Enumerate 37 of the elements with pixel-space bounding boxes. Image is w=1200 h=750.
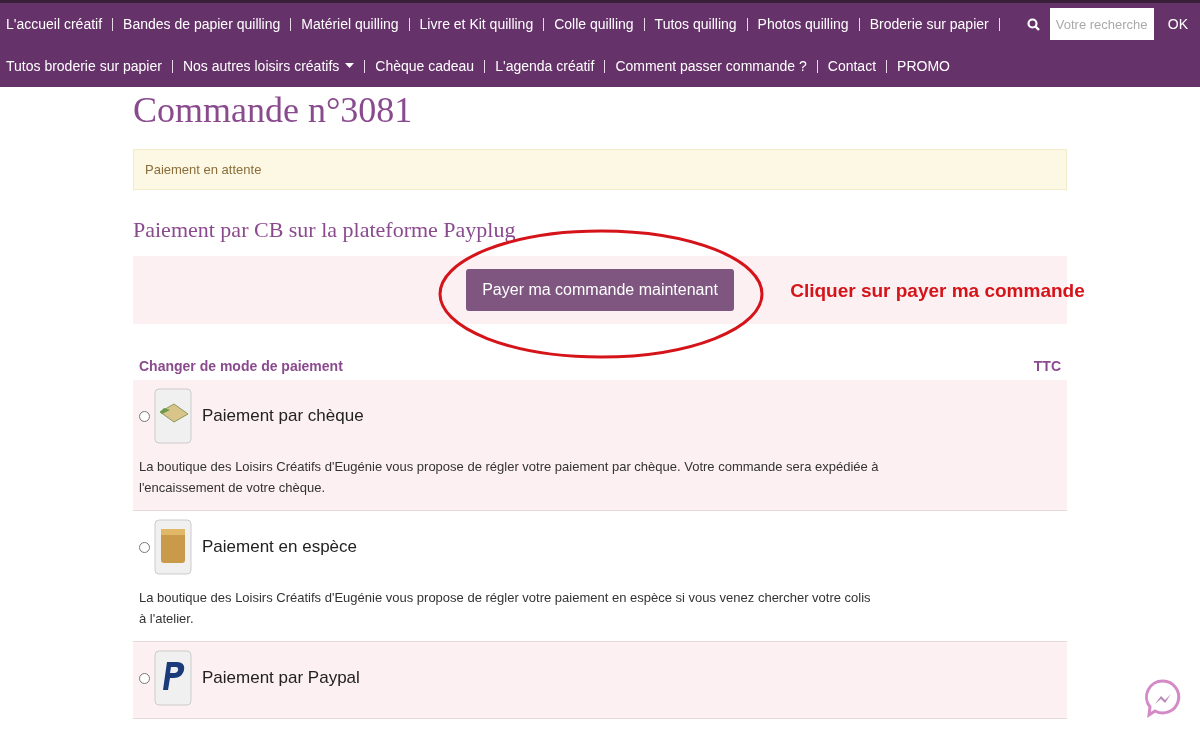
nav-link[interactable]: Nos autres loisirs créatifs xyxy=(182,58,355,74)
section-heading: Paiement par CB sur la plateforme Payplug xyxy=(133,216,517,244)
paypal-logo-icon xyxy=(154,650,192,706)
nav-link[interactable]: Colle quilling xyxy=(554,16,634,32)
nav-link[interactable]: L'agenda créatif xyxy=(495,58,595,74)
nav-link[interactable]: Bandes de papier quilling xyxy=(123,16,281,32)
caret-icon xyxy=(345,63,355,69)
nav-link[interactable]: Broderie sur papier xyxy=(869,16,989,32)
ok-button[interactable]: OK xyxy=(1163,16,1200,32)
payment-description: La boutique des Loisirs Créatifs d'Eugénie vous propose de régler votre paiement par chèque. Votre commande sera expédiée à l'encaissement de votre chèque. xyxy=(139,458,879,497)
radio-button[interactable] xyxy=(139,672,150,684)
nav-link[interactable]: Tutos broderie sur papier xyxy=(6,58,162,74)
radio-button[interactable] xyxy=(139,410,150,422)
payment-option-label[interactable]: Paiement en espèce xyxy=(202,537,357,557)
nav-link[interactable]: Comment passer commande ? xyxy=(615,58,807,74)
status-alert: Paiement en attente xyxy=(133,149,1067,190)
payment-description: La boutique des Loisirs Créatifs d'Eugénie vous propose de régler votre paiement en espèce si vous venez chercher votre colis à l'atelier. xyxy=(139,589,872,628)
search-icon xyxy=(1026,17,1040,31)
package-icon xyxy=(154,519,192,575)
column-header: Changer de mode de paiement xyxy=(139,358,343,374)
nav-link[interactable]: PROMO xyxy=(897,58,950,74)
radio-button[interactable] xyxy=(139,541,150,553)
column-header: TTC xyxy=(1033,358,1061,374)
payment-option-label[interactable]: Paiement par Paypal xyxy=(202,668,360,688)
nav-link[interactable]: Tutos quilling xyxy=(654,16,737,32)
nav-link[interactable]: Chèque cadeau xyxy=(375,58,475,74)
nav-link[interactable]: L'accueil créatif xyxy=(6,16,103,32)
search-field[interactable]: Votre recherche xyxy=(1049,8,1154,40)
nav-link[interactable]: Contact xyxy=(827,58,877,74)
banknote-icon xyxy=(154,388,192,444)
pay-button[interactable]: Payer ma commande maintenant xyxy=(466,269,734,311)
nav-link[interactable]: Photos quilling xyxy=(757,16,849,32)
payment-option-label[interactable]: Paiement par chèque xyxy=(202,406,364,426)
annotation-text: Cliquer sur payer ma commande xyxy=(790,280,1085,302)
nav-link[interactable]: Livre et Kit quilling xyxy=(419,16,534,32)
nav-link[interactable]: Matériel quilling xyxy=(301,16,399,32)
page-title: Commande n°3081 xyxy=(133,89,414,131)
